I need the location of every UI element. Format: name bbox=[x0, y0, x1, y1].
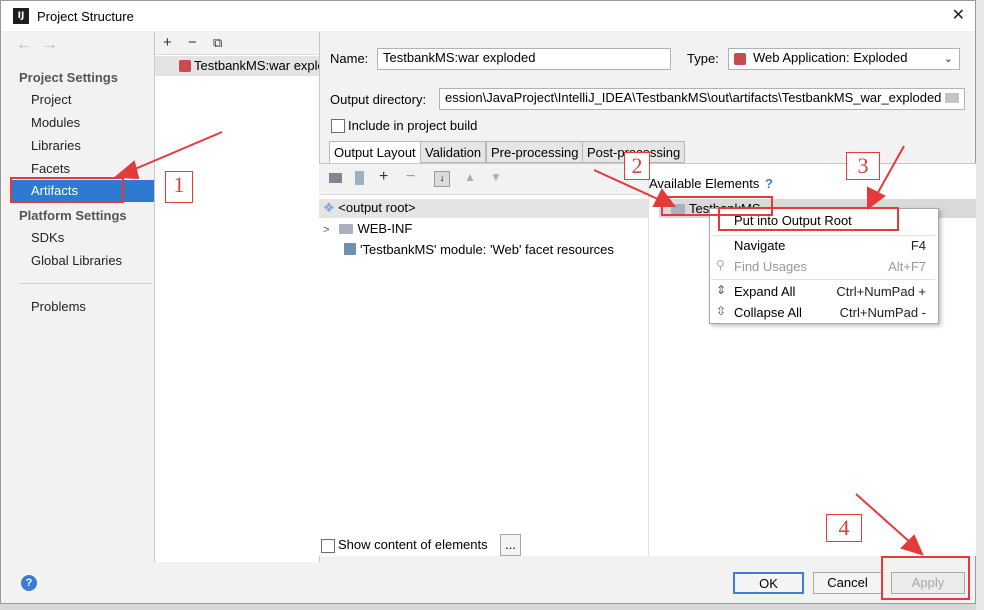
annotation-arrow-3 bbox=[875, 145, 905, 197]
annotation-arrowhead-1 bbox=[113, 160, 140, 180]
annotation-number-1: 1 bbox=[165, 171, 193, 203]
annotation-arrow-1 bbox=[127, 131, 223, 173]
annotation-arrow-4 bbox=[855, 493, 913, 545]
annotation-box-apply bbox=[881, 556, 970, 600]
annotation-number-4: 4 bbox=[826, 514, 862, 542]
annotation-number-2: 2 bbox=[624, 152, 650, 180]
annotation-box-put-into-root bbox=[718, 207, 899, 231]
annotation-box-artifacts bbox=[10, 177, 124, 203]
annotation-number-3: 3 bbox=[846, 152, 880, 180]
annotation-arrowhead-3 bbox=[867, 186, 886, 210]
